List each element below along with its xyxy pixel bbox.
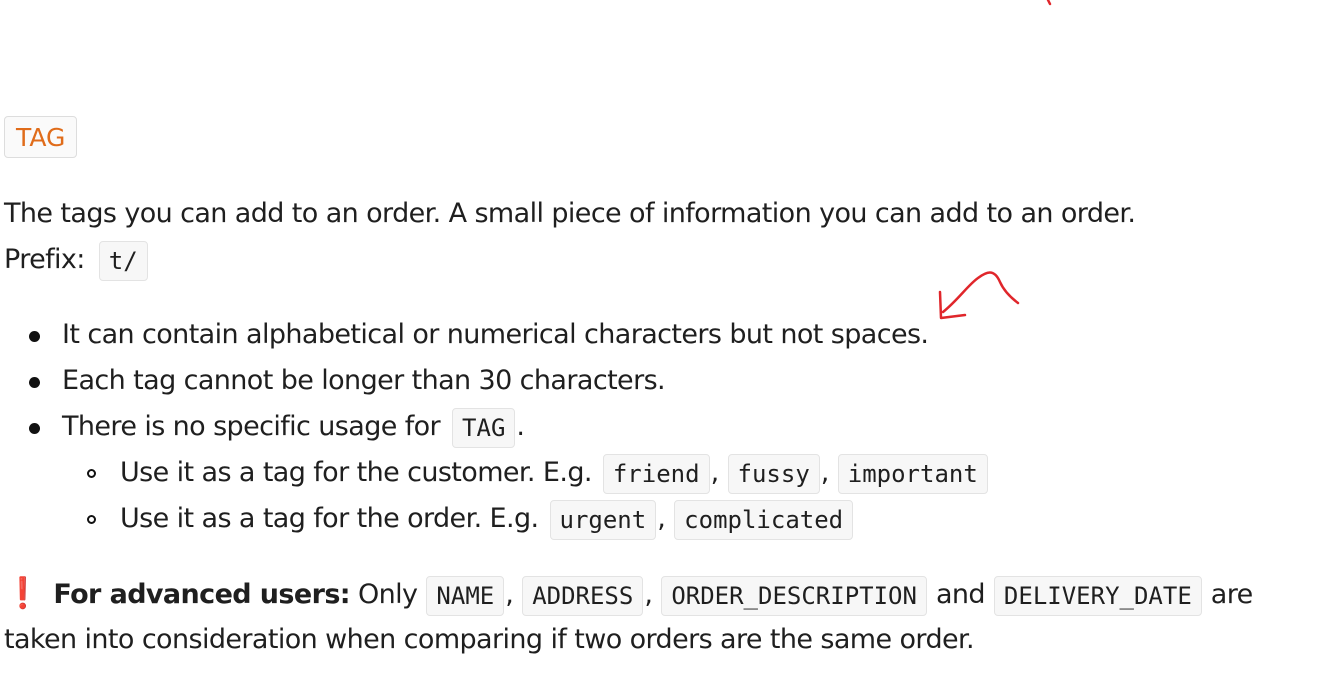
sub-rule-item-2: Use it as a tag for the order. E.g. urge… [120, 498, 854, 540]
note-and: and [935, 579, 986, 610]
example-code: important [837, 453, 988, 494]
tag-code: TAG [452, 407, 516, 448]
rule-text: Each tag cannot be longer than 30 charac… [62, 365, 666, 396]
advanced-note-line-2: taken into consideration when comparing … [4, 619, 975, 661]
rule-item-3: There is no specific usage for TAG. [62, 406, 525, 448]
rule-text-after: . [516, 411, 525, 442]
exclamation-icon: ❗ [4, 576, 42, 611]
field-code: DELIVERY_DATE [993, 575, 1202, 616]
sub-bullet-circle [87, 515, 96, 524]
tag-heading-badge: TAG [4, 116, 78, 158]
annotation-top-mark [1046, 0, 1052, 6]
rule-item-2: Each tag cannot be longer than 30 charac… [62, 360, 666, 402]
note-are: are [1210, 579, 1253, 610]
example-code: fussy [727, 453, 820, 494]
rule-text: It can contain alphabetical or numerical… [62, 319, 929, 350]
rule-text-before: There is no specific usage for [62, 411, 441, 442]
field-code: ADDRESS [522, 575, 644, 616]
sub-rule-text: Use it as a tag for the customer. E.g. [120, 457, 592, 488]
field-code: ORDER_DESCRIPTION [661, 575, 927, 616]
bullet-dot [29, 331, 40, 342]
rule-item-1: It can contain alphabetical or numerical… [62, 314, 929, 356]
annotation-arrow-curve [941, 271, 1020, 314]
example-code: friend [602, 453, 710, 494]
separator: , [644, 579, 653, 610]
separator: , [710, 457, 720, 488]
note-only: Only [357, 579, 418, 610]
prefix-label: Prefix: [4, 244, 85, 275]
example-code: urgent [549, 499, 657, 540]
note-bold-label: For advanced users: [53, 579, 350, 610]
bullet-dot [29, 377, 40, 388]
field-code: NAME [426, 575, 505, 616]
prefix-code: t/ [98, 240, 148, 281]
description-text: The tags you can add to an order. A smal… [4, 198, 1136, 229]
separator: , [820, 457, 830, 488]
separator: , [657, 503, 666, 534]
document: TAG The tags you can add to an order. A … [0, 0, 1325, 675]
description-line: The tags you can add to an order. A smal… [4, 193, 1136, 235]
prefix-line: Prefix: t/ [4, 239, 149, 281]
example-code: complicated [674, 499, 854, 540]
annotation-arrow-head [938, 290, 967, 320]
sub-rule-item-1: Use it as a tag for the customer. E.g. f… [120, 452, 989, 494]
sub-rule-text: Use it as a tag for the order. E.g. [120, 503, 539, 534]
separator: , [505, 579, 514, 610]
note-line-2: taken into consideration when comparing … [4, 624, 975, 655]
sub-bullet-circle [87, 469, 96, 478]
advanced-note-line-1: ❗ For advanced users: Only NAME, ADDRESS,… [4, 573, 1253, 616]
bullet-dot [29, 423, 40, 434]
